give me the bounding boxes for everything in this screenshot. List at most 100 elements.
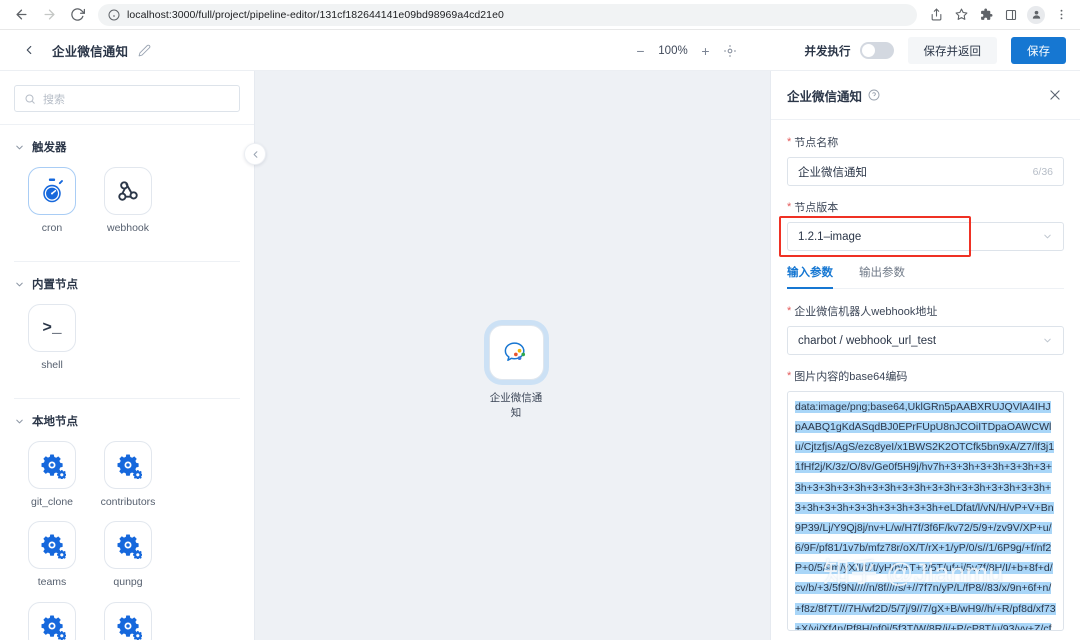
- gears-icon: [28, 521, 76, 570]
- zoom-in-button[interactable]: +: [697, 42, 714, 59]
- gears-icon: [28, 601, 76, 640]
- zoom-level-value: 100%: [658, 44, 688, 57]
- switch-knob: [861, 44, 875, 57]
- search-placeholder: 搜索: [43, 93, 65, 106]
- palette-node-label: teams: [37, 576, 67, 589]
- palette-node-contributors[interactable]: contributors: [90, 441, 166, 509]
- param-tabs: 输入参数 输出参数: [787, 264, 1064, 289]
- node-name-value: 企业微信通知: [798, 166, 867, 179]
- palette-node-grid: >_ shell: [14, 304, 240, 384]
- palette-group-title: 本地节点: [32, 416, 78, 429]
- save-and-return-button[interactable]: 保存并返回: [907, 37, 997, 64]
- palette-group-title: 内置节点: [32, 279, 78, 292]
- node-name-input[interactable]: 企业微信通知 6/36: [787, 157, 1064, 186]
- palette-node-sleep[interactable]: sleep: [90, 601, 166, 640]
- field-label: * 节点名称: [787, 134, 1064, 150]
- field-base64-content: * 图片内容的base64编码 data:image/png;base64,Uk…: [787, 368, 1064, 631]
- palette-group-triggers: 触发器 cron webhook: [14, 125, 240, 247]
- forward-icon[interactable]: [36, 2, 62, 28]
- star-icon[interactable]: [950, 4, 972, 26]
- save-button[interactable]: 保存: [1011, 37, 1066, 64]
- field-label-text: 节点版本: [794, 202, 839, 214]
- field-node-version: * 节点版本 1.2.1–image: [779, 199, 1064, 257]
- palette-node-label: shell: [41, 359, 63, 372]
- field-label: * 企业微信机器人webhook地址: [787, 303, 1064, 319]
- required-marker: *: [787, 369, 792, 382]
- panel-title: 企业微信通知: [787, 89, 863, 104]
- palette-node-label: qunpg: [113, 576, 143, 589]
- panel-header: 企业微信通知: [771, 71, 1080, 120]
- chevron-left-icon[interactable]: [18, 39, 40, 61]
- chevron-down-icon: [1042, 335, 1053, 346]
- palette-node-label: contributors: [100, 496, 156, 509]
- page-title: 企业微信通知: [52, 44, 129, 59]
- browser-action-icons: [925, 4, 1072, 26]
- zoom-controls: − 100% +: [632, 30, 737, 71]
- share-icon[interactable]: [925, 4, 947, 26]
- gears-icon: [104, 601, 152, 640]
- palette-search-area: 搜索: [0, 71, 254, 125]
- address-bar-url: localhost:3000/full/project/pipeline-edi…: [127, 8, 504, 21]
- palette-node-webhook[interactable]: webhook: [90, 167, 166, 235]
- palette-group-header[interactable]: 内置节点: [14, 276, 240, 292]
- palette-node-shell[interactable]: >_ shell: [14, 304, 90, 372]
- palette-node-qunpg[interactable]: qunpg: [90, 521, 166, 589]
- palette-group-local: 本地节点 git_clone contributors teams qunpg: [14, 398, 240, 640]
- base64-value: data:image/png;base64,UklGRn5pAABXRUJQVl…: [795, 401, 1056, 630]
- sidebar-collapse-button[interactable]: [244, 143, 266, 165]
- editor-body: 搜索 触发器 cron webhook 内置节点 >_ shell 本地节点 g…: [0, 71, 1080, 640]
- required-marker: *: [787, 135, 792, 148]
- stopwatch-icon: [28, 167, 76, 215]
- node-version-select[interactable]: 1.2.1–image: [787, 222, 1064, 251]
- palette-node-teams[interactable]: teams: [14, 521, 90, 589]
- pencil-edit-icon[interactable]: [138, 44, 151, 57]
- palette-node-grid: cron webhook: [14, 167, 240, 247]
- webhook-url-value: charbot / webhook_url_test: [798, 334, 937, 347]
- base64-textarea[interactable]: data:image/png;base64,UklGRn5pAABXRUJQVl…: [787, 391, 1064, 631]
- palette-group-header[interactable]: 触发器: [14, 139, 240, 155]
- palette-node-label: webhook: [106, 222, 150, 234]
- terminal-prompt-icon: >_: [28, 304, 76, 353]
- header-actions: 并发执行 保存并返回 保存: [805, 30, 1066, 71]
- tab-input-params[interactable]: 输入参数: [787, 264, 833, 289]
- extensions-icon[interactable]: [975, 4, 997, 26]
- palette-node-prettier[interactable]: prettier: [14, 601, 90, 640]
- node-config-panel: 企业微信通知 * 节点名称 企业微信通知 6/36 * 节点版本 1.2.1–i…: [770, 71, 1080, 640]
- info-circle-icon[interactable]: [108, 9, 120, 21]
- zoom-out-button[interactable]: −: [632, 42, 649, 59]
- concurrent-execution-switch[interactable]: [859, 42, 894, 59]
- sidepanel-icon[interactable]: [1000, 4, 1022, 26]
- palette-node-cron[interactable]: cron: [14, 167, 90, 235]
- back-icon[interactable]: [8, 2, 34, 28]
- gears-icon: [104, 441, 152, 490]
- browser-nav-buttons: [8, 2, 90, 28]
- palette-group-header[interactable]: 本地节点: [14, 413, 240, 429]
- field-label-text: 图片内容的base64编码: [794, 371, 908, 383]
- search-input[interactable]: 搜索: [14, 85, 240, 112]
- webhook-url-select[interactable]: charbot / webhook_url_test: [787, 326, 1064, 355]
- field-label: * 图片内容的base64编码: [787, 368, 1064, 384]
- profile-avatar-icon[interactable]: [1025, 4, 1047, 26]
- palette-node-label: git_clone: [30, 496, 74, 509]
- palette-group-builtin: 内置节点 >_ shell: [14, 261, 240, 384]
- canvas-node-wecom-notify[interactable]: 企业微信通知: [485, 325, 547, 421]
- node-palette-sidebar: 搜索 触发器 cron webhook 内置节点 >_ shell 本地节点 g…: [0, 71, 255, 640]
- palette-node-label: cron: [41, 222, 63, 234]
- app-header: 企业微信通知 − 100% + 并发执行 保存并返回 保存: [0, 30, 1080, 71]
- field-label-text: 节点名称: [794, 137, 839, 149]
- pipeline-canvas[interactable]: 企业微信通知: [255, 71, 770, 640]
- chevron-down-icon: [1042, 231, 1053, 242]
- question-circle-icon[interactable]: [868, 89, 880, 101]
- more-menu-icon[interactable]: [1050, 4, 1072, 26]
- close-x-icon[interactable]: [1046, 86, 1064, 104]
- reload-icon[interactable]: [64, 2, 90, 28]
- fit-to-screen-icon[interactable]: [723, 44, 737, 58]
- gears-icon: [28, 441, 76, 490]
- tab-output-params[interactable]: 输出参数: [859, 264, 905, 288]
- palette-groups: 触发器 cron webhook 内置节点 >_ shell 本地节点 git_…: [0, 125, 254, 640]
- panel-body: * 节点名称 企业微信通知 6/36 * 节点版本 1.2.1–image 输入…: [771, 120, 1080, 640]
- palette-node-git-clone[interactable]: git_clone: [14, 441, 90, 509]
- field-webhook-url: * 企业微信机器人webhook地址 charbot / webhook_url…: [787, 303, 1064, 355]
- address-bar[interactable]: localhost:3000/full/project/pipeline-edi…: [98, 3, 917, 26]
- chevron-down-icon: [14, 416, 25, 427]
